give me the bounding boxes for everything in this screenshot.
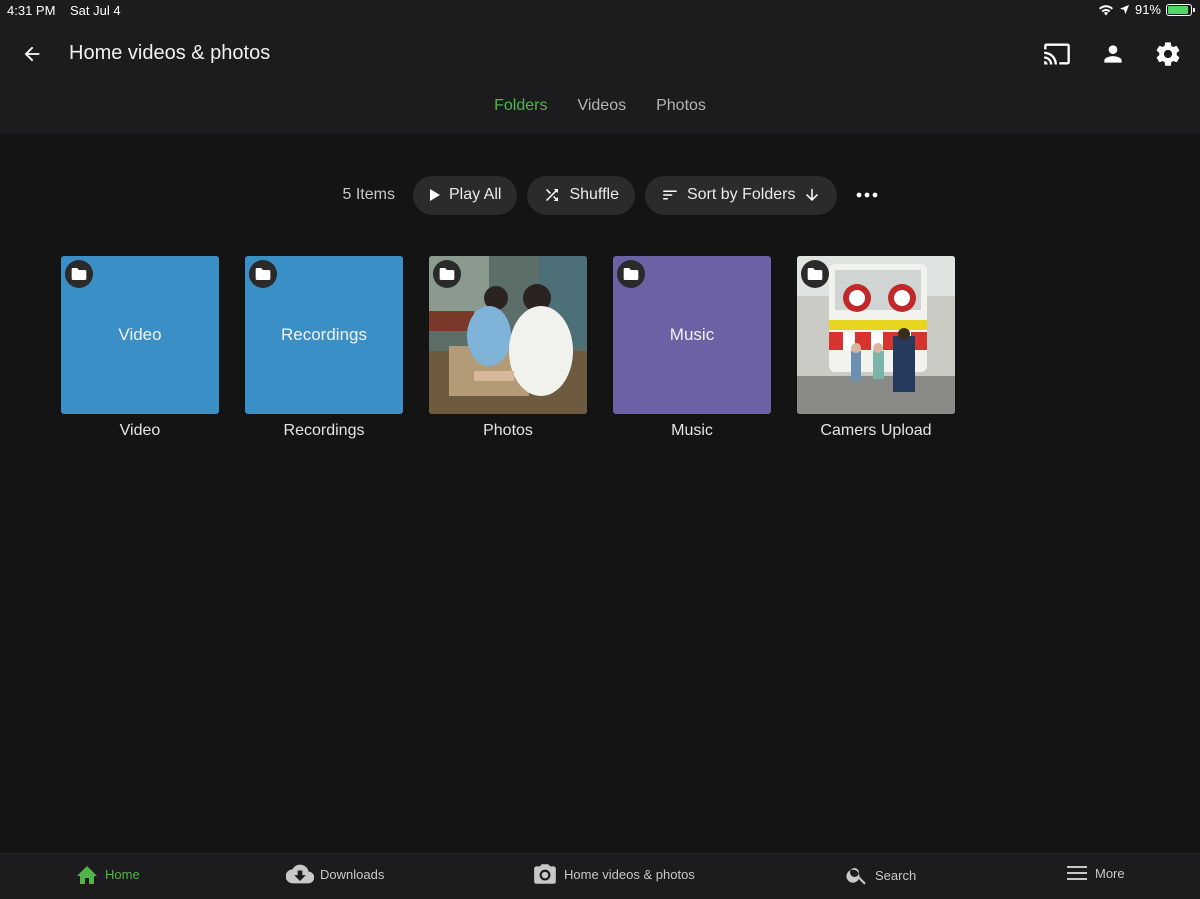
nav-search-label: Search xyxy=(875,867,917,883)
folder-card-video[interactable]: Video Video xyxy=(61,256,219,440)
search-icon xyxy=(846,868,866,885)
folder-thumbnail[interactable]: Video xyxy=(61,256,219,414)
arrow-left-icon xyxy=(24,46,40,62)
status-date: Sat Jul 4 xyxy=(70,3,121,18)
folder-title[interactable]: Camers Upload xyxy=(797,422,955,440)
folder-card-recordings[interactable]: Recordings Recordings xyxy=(245,256,403,440)
folder-title[interactable]: Photos xyxy=(429,422,587,440)
shuffle-icon xyxy=(546,189,559,201)
cast-icon xyxy=(1044,43,1070,65)
list-toolbar: 5 Items Play All Shuffle Sort by Folders xyxy=(0,175,1200,215)
gear-icon xyxy=(1156,42,1180,66)
status-right: 91% xyxy=(1098,2,1195,17)
status-time: 4:31 PM xyxy=(7,3,56,18)
tab-folders[interactable]: Folders xyxy=(494,97,547,115)
folder-title[interactable]: Video xyxy=(61,422,219,440)
page-title: Home videos & photos xyxy=(69,42,271,64)
cloud-download-icon xyxy=(286,864,314,884)
tab-bar: Folders Videos Photos xyxy=(0,97,1200,115)
settings-button[interactable] xyxy=(1153,39,1183,69)
shuffle-label: Shuffle xyxy=(569,186,619,203)
play-icon xyxy=(429,189,440,201)
camera-icon xyxy=(534,864,556,884)
person-icon xyxy=(1104,45,1122,63)
tab-videos[interactable]: Videos xyxy=(577,97,626,115)
nav-home-label: Home xyxy=(105,866,140,882)
home-icon xyxy=(77,866,97,884)
folder-card-photos[interactable]: Photos xyxy=(429,256,587,440)
nav-more[interactable]: More xyxy=(1065,863,1125,883)
user-button[interactable] xyxy=(1098,39,1128,69)
play-all-button[interactable]: Play All xyxy=(412,175,518,215)
folder-card-music[interactable]: Music Music xyxy=(613,256,771,440)
thumbnail-label: Video xyxy=(118,325,162,344)
nav-search[interactable]: Search xyxy=(845,863,916,887)
sort-icon xyxy=(663,190,677,200)
battery-percent: 91% xyxy=(1134,2,1161,17)
item-count: 5 Items xyxy=(342,186,395,203)
thumbnail-label: Music xyxy=(669,325,715,344)
play-all-label: Play All xyxy=(448,186,502,203)
sort-label: Sort by Folders xyxy=(686,186,796,203)
tab-photos[interactable]: Photos xyxy=(656,97,706,115)
shuffle-button[interactable]: Shuffle xyxy=(527,175,635,215)
status-bar: 4:31 PM Sat Jul 4 91% xyxy=(0,0,1200,22)
nav-downloads-label: Downloads xyxy=(320,866,385,882)
nav-more-label: More xyxy=(1095,865,1125,881)
location-arrow-icon xyxy=(1119,4,1130,15)
folder-icon xyxy=(801,260,829,288)
folder-thumbnail[interactable]: Music xyxy=(613,256,771,414)
app-header: Home videos & photos Folders Videos Phot… xyxy=(0,22,1200,134)
folder-title[interactable]: Recordings xyxy=(245,422,403,440)
folder-thumbnail-photo[interactable] xyxy=(429,256,587,414)
cast-button[interactable] xyxy=(1042,39,1072,69)
folder-thumbnail[interactable]: Recordings xyxy=(245,256,403,414)
folder-icon xyxy=(65,260,93,288)
back-button[interactable] xyxy=(18,40,46,68)
folder-grid: Video Video Recordings Recordings Photos… xyxy=(61,256,955,440)
folder-icon xyxy=(617,260,645,288)
bottom-navigation: Home Downloads Home videos & photos Sear… xyxy=(0,853,1200,899)
nav-library[interactable]: Home videos & photos xyxy=(532,863,695,885)
nav-home[interactable]: Home xyxy=(75,863,140,885)
arrow-down-icon xyxy=(806,189,819,201)
thumbnail-label: Recordings xyxy=(281,325,367,344)
folder-title[interactable]: Music xyxy=(613,422,771,440)
folder-thumbnail-photo[interactable] xyxy=(797,256,955,414)
more-options-button[interactable] xyxy=(847,175,887,215)
folder-icon xyxy=(433,260,461,288)
nav-downloads[interactable]: Downloads xyxy=(286,863,384,885)
menu-icon xyxy=(1067,866,1087,880)
nav-library-label: Home videos & photos xyxy=(564,866,695,882)
sort-button[interactable]: Sort by Folders xyxy=(644,175,838,215)
battery-icon xyxy=(1166,3,1195,16)
folder-icon xyxy=(249,260,277,288)
ellipsis-icon xyxy=(857,192,878,198)
wifi-icon xyxy=(1098,4,1113,15)
folder-card-camera-upload[interactable]: Camers Upload xyxy=(797,256,955,440)
